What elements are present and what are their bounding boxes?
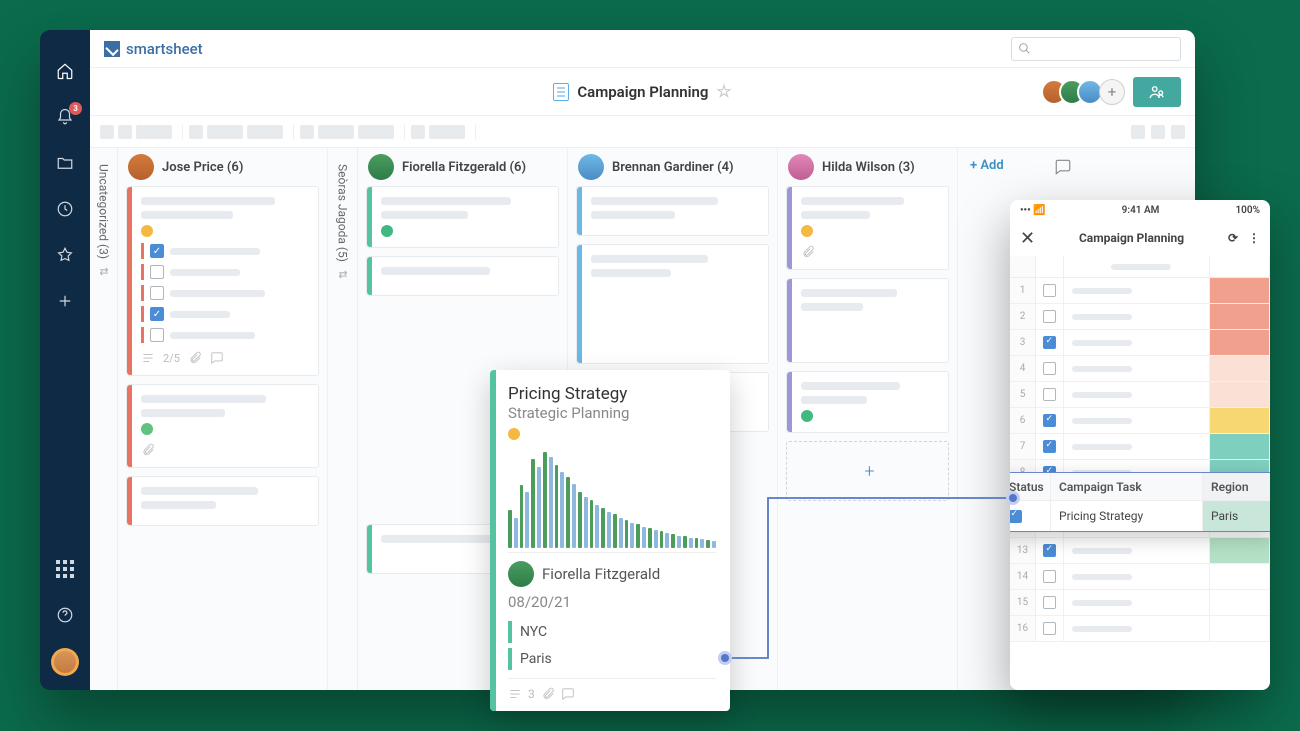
avatar-icon (788, 154, 814, 180)
kanban-card[interactable] (576, 244, 769, 364)
lane-title: Jose Price (6) (162, 160, 243, 175)
page-title: Campaign Planning (577, 83, 708, 101)
search-input[interactable] (1011, 37, 1181, 61)
comment-icon (210, 351, 224, 365)
collaborator-avatars[interactable]: + (1049, 79, 1125, 105)
mobile-row[interactable]: 3 (1010, 330, 1270, 356)
kanban-card[interactable] (126, 384, 319, 468)
attachment-icon (188, 351, 202, 365)
kanban-card[interactable] (126, 476, 319, 526)
add-icon[interactable] (54, 290, 76, 312)
kanban-card[interactable] (576, 186, 769, 236)
share-button[interactable] (1133, 77, 1181, 107)
attachment-icon (801, 245, 815, 259)
mobile-row-overlay[interactable]: StatusCampaign TaskRegion 2Pricing Strat… (1010, 472, 1270, 532)
comment-icon (561, 687, 575, 701)
card-detail-popout[interactable]: Pricing Strategy Strategic Planning Fior… (490, 370, 730, 711)
mobile-row[interactable]: 2 (1010, 304, 1270, 330)
detail-assignee: Fiorella Fitzgerald (508, 561, 716, 587)
mobile-status-bar: ••• 📶9:41 AM100% (1010, 200, 1270, 220)
mobile-row[interactable]: 4 (1010, 356, 1270, 382)
left-rail: 3 (40, 30, 90, 690)
kanban-card[interactable] (366, 256, 559, 296)
mobile-row[interactable]: 13 (1010, 538, 1270, 564)
lane-title: Brennan Gardiner (4) (612, 160, 734, 175)
col-header: Region (1203, 473, 1270, 500)
lane-uncategorized[interactable]: Uncategorized (3)⇅ (90, 148, 118, 690)
brand-logo[interactable]: smartsheet (104, 40, 203, 58)
user-avatar[interactable] (51, 648, 79, 676)
detail-date: 08/20/21 (508, 593, 716, 611)
detail-tag: Paris (508, 648, 716, 670)
lane-title: Fiorella Fitzgerald (6) (402, 160, 526, 175)
mobile-header-row (1010, 256, 1270, 278)
favorite-toggle[interactable]: ☆ (716, 82, 731, 102)
detail-chart (508, 448, 716, 553)
detail-tag: NYC (508, 621, 716, 643)
close-icon[interactable]: ✕ (1020, 228, 1035, 249)
apps-icon[interactable] (54, 558, 76, 580)
lane-seoras[interactable]: Seòras Jagoda (5)⇅ (328, 148, 358, 690)
home-icon[interactable] (54, 60, 76, 82)
mobile-row[interactable]: 1 (1010, 278, 1270, 304)
detail-subtitle: Strategic Planning (508, 404, 716, 422)
kanban-card[interactable] (786, 278, 949, 363)
overlay-task: Pricing Strategy (1051, 501, 1203, 531)
detail-subitem-count: 3 (528, 687, 535, 701)
recent-icon[interactable] (54, 198, 76, 220)
mobile-row[interactable]: 14 (1010, 564, 1270, 590)
favorites-icon[interactable] (54, 244, 76, 266)
kanban-card[interactable] (786, 371, 949, 433)
kanban-card[interactable] (366, 186, 559, 248)
detail-title: Pricing Strategy (508, 384, 716, 404)
kanban-card[interactable]: ✓ ✓ 2/5 (126, 186, 319, 376)
notifications-icon[interactable]: 3 (54, 106, 76, 128)
mobile-preview: ••• 📶9:41 AM100% ✕ Campaign Planning ⟳ ⋮… (1010, 200, 1270, 690)
avatar-icon (128, 154, 154, 180)
refresh-icon[interactable]: ⟳ (1228, 231, 1238, 245)
folder-icon[interactable] (54, 152, 76, 174)
overlay-region: Paris (1203, 501, 1270, 531)
mobile-row[interactable]: 6 (1010, 408, 1270, 434)
toolbar (90, 116, 1195, 148)
sheet-icon (553, 83, 569, 101)
connector-line (728, 658, 1018, 659)
status-dot (508, 428, 520, 440)
avatar-icon (368, 154, 394, 180)
attachment-icon (541, 687, 555, 701)
attachment-icon (141, 443, 155, 457)
more-icon[interactable]: ⋮ (1248, 231, 1260, 245)
avatar-icon (578, 154, 604, 180)
lane-jose: Jose Price (6) ✓ ✓ 2/5 (118, 148, 328, 690)
mobile-title: Campaign Planning (1045, 231, 1218, 245)
kanban-card[interactable] (786, 186, 949, 270)
mobile-row[interactable]: 15 (1010, 590, 1270, 616)
checklist-count: 2/5 (163, 352, 180, 365)
col-header: Campaign Task (1051, 473, 1203, 500)
mobile-row[interactable]: 5 (1010, 382, 1270, 408)
mobile-row[interactable]: 16 (1010, 616, 1270, 642)
lane-title: Hilda Wilson (3) (822, 160, 915, 175)
mobile-row[interactable]: 7 (1010, 434, 1270, 460)
help-icon[interactable] (54, 604, 76, 626)
